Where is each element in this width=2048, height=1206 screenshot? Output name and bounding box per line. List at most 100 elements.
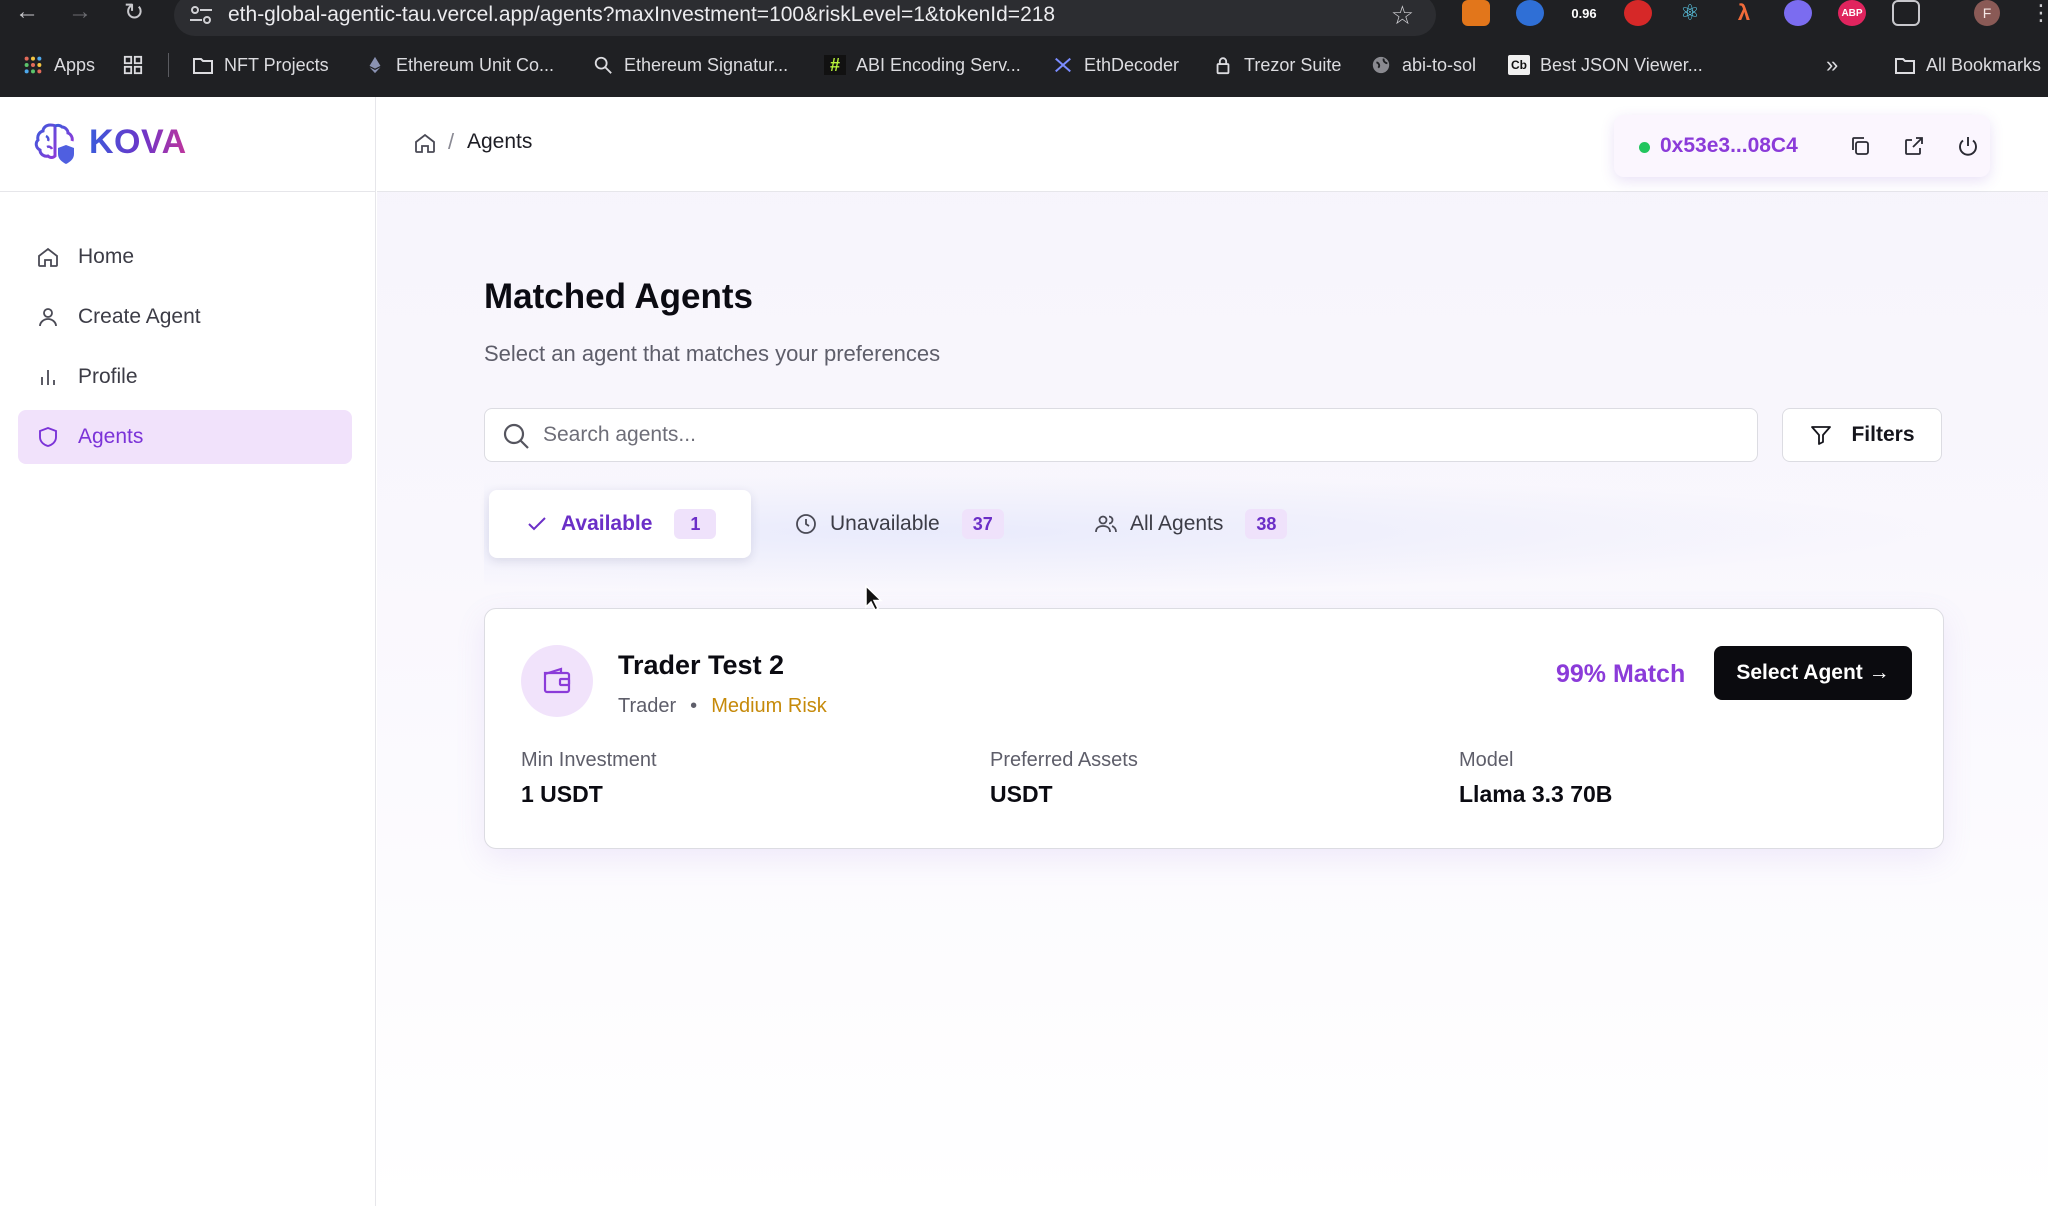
reload-icon[interactable]: ↻ [119,0,149,26]
sidebar-item-create-agent[interactable]: Create Agent [18,290,352,344]
breadcrumb-separator: / [448,129,455,154]
agent-card[interactable]: Trader Test 2 Trader • Medium Risk 99% M… [484,608,1944,849]
adblock-extension-icon[interactable] [1624,0,1652,26]
more-bookmarks-icon[interactable]: » [1826,48,1838,82]
sidebar-item-home[interactable]: Home [18,230,352,284]
browser-toolbar: ← → ↻ eth-global-agentic-tau.vercel.app/… [0,0,2048,36]
lock-icon [1216,57,1230,75]
search-box [484,408,1758,462]
extension-icon[interactable] [1516,0,1544,26]
clock-icon [796,514,816,534]
wallet-status-dot [1639,142,1650,153]
hash-icon: # [824,55,846,75]
app-root: KOVA Home Create Agent Profile Agents / … [0,97,2048,1206]
bookmark-abi-to-sol[interactable]: abi-to-sol [1370,48,1476,82]
extension-icon[interactable]: λ [1730,0,1758,26]
brain-shield-logo-icon [34,123,74,164]
filter-funnel-icon [1811,426,1832,445]
react-devtools-icon[interactable]: ⚛ [1676,0,1704,26]
bookmark-ethereum-signature[interactable]: Ethereum Signatur... [592,48,788,82]
apps-grid-icon [24,56,42,74]
page-subtitle: Select an agent that matches your prefer… [484,341,941,366]
bookmark-abi-encoding[interactable]: # ABI Encoding Serv... [824,48,1021,82]
wallet-widget: 0x53e3...08C4 [1614,115,1990,177]
meta-bullet: • [690,695,698,717]
bookmark-star-icon[interactable]: ☆ [1391,0,1414,31]
bookmark-nft-projects[interactable]: NFT Projects [192,48,329,82]
tab-count-badge: 1 [674,509,717,539]
abp-extension-icon[interactable]: ABP [1838,0,1866,26]
ethdecoder-icon [1055,57,1071,73]
sidebar-item-agents[interactable]: Agents [18,410,352,464]
extensions-puzzle-icon[interactable] [1892,0,1920,26]
sidebar-item-label: Create Agent [78,305,201,328]
sidebar-item-profile[interactable]: Profile [18,350,352,404]
copy-address-button[interactable] [1846,132,1874,160]
wallet-address[interactable]: 0x53e3...08C4 [1660,134,1798,158]
tab-available[interactable]: Available 1 [489,490,751,558]
back-arrow-icon[interactable]: ← [12,0,42,25]
stat-value: 1 USDT [521,781,603,807]
power-icon [1959,137,1977,156]
sidebar-nav: Home Create Agent Profile Agents [18,230,352,470]
home-icon [38,247,58,267]
select-agent-label: Select Agent → [1736,661,1890,684]
sidebar-item-label: Home [78,245,135,268]
badge-extension-icon[interactable]: 0.96 [1568,0,1600,26]
select-agent-button[interactable]: Select Agent → [1714,646,1912,700]
bookmark-trezor-suite[interactable]: Trezor Suite [1212,48,1341,82]
profile-initial: F [1982,5,1992,21]
disconnect-button[interactable] [1954,132,1982,160]
stat-value: USDT [990,781,1053,807]
main-content: / Agents 0x53e3...08C4 Matched Agents Se… [377,97,2048,1206]
forward-arrow-icon[interactable]: → [65,0,95,25]
user-icon [39,308,57,327]
browser-menu-icon[interactable]: ⋮ [2030,0,2048,26]
tab-count-badge: 37 [961,509,1004,539]
bookmark-ethdecoder[interactable]: EthDecoder [1052,48,1179,82]
extension-icon[interactable] [1784,0,1812,26]
site-settings-icon[interactable] [188,3,214,27]
folder-icon [193,58,213,74]
mouse-cursor-icon [865,584,883,612]
bookmark-label: Ethereum Signatur... [624,54,789,75]
bookmark-label: Best JSON Viewer... [1540,54,1703,75]
agent-meta: Trader • Medium Risk [618,695,827,718]
bookmark-ethereum-unit[interactable]: Ethereum Unit Co... [364,48,554,82]
metamask-extension-icon[interactable] [1462,0,1490,26]
stat-value: Llama 3.3 70B [1459,781,1613,807]
bookmark-label: ABI Encoding Serv... [856,54,1021,75]
wallet-icon [543,667,571,694]
risk-level: Medium Risk [711,695,827,717]
bookmark-best-json-viewer[interactable]: Cb Best JSON Viewer... [1508,48,1703,82]
tab-all-agents[interactable]: All Agents 38 [1094,490,1288,558]
stat-label: Min Investment [521,749,657,771]
page-title: Matched Agents [484,277,754,316]
copy-icon [1852,137,1869,155]
check-icon [528,517,546,531]
stat-label: Model [1459,749,1514,771]
brand-logo[interactable]: KOVA [0,97,376,192]
tab-groups-icon[interactable] [122,48,144,82]
abp-label: ABP [1841,7,1863,19]
tab-count-badge: 38 [1245,509,1288,539]
agent-name: Trader Test 2 [618,650,785,680]
breadcrumb-home-icon[interactable] [413,131,437,155]
search-icon [503,423,529,449]
all-bookmarks[interactable]: All Bookmarks [1894,48,2041,82]
tab-unavailable[interactable]: Unavailable 37 [794,490,1004,558]
bookmark-label: Ethereum Unit Co... [396,54,555,75]
search-input[interactable] [543,419,1733,451]
profile-avatar[interactable]: F [1974,0,2000,26]
bookmark-label: EthDecoder [1084,54,1180,75]
address-bar[interactable]: eth-global-agentic-tau.vercel.app/agents… [174,0,1436,36]
tab-label: All Agents [1130,512,1224,535]
open-explorer-button[interactable] [1900,132,1928,160]
bookmark-label: NFT Projects [224,54,329,75]
bookmark-apps[interactable]: Apps [22,48,95,82]
cb-icon: Cb [1508,55,1530,75]
bookmarks-divider [168,53,169,77]
brand-name: KOVA [89,123,187,161]
filters-button[interactable]: Filters [1782,408,1942,462]
sidebar: KOVA Home Create Agent Profile Agents [0,97,376,1206]
